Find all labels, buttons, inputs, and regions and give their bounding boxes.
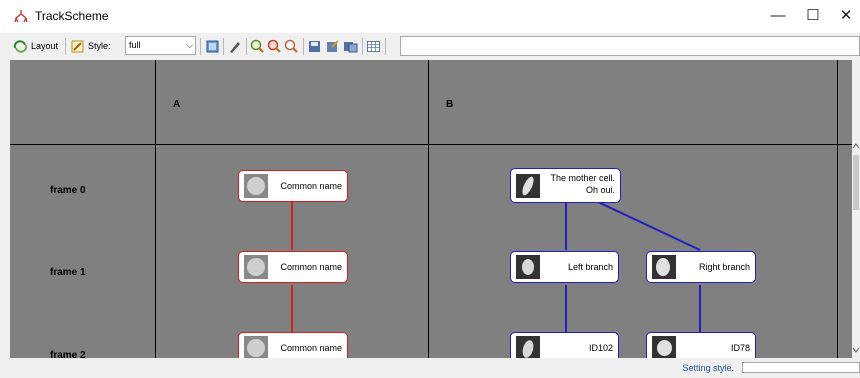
spot-thumbnail: [516, 174, 540, 198]
layout-button[interactable]: Layout: [31, 37, 58, 56]
chevron-down-icon[interactable]: [852, 346, 860, 354]
paint-icon[interactable]: [227, 39, 242, 54]
toolbar-separator: [303, 38, 304, 55]
style-icon[interactable]: [70, 39, 85, 54]
spot-thumbnail: [652, 336, 676, 358]
window-title: TrackScheme: [35, 9, 109, 23]
status-text: Setting style.: [682, 363, 734, 373]
spot-label: Common name: [280, 343, 342, 353]
table-icon[interactable]: [366, 39, 381, 54]
spot-node[interactable]: Common name: [238, 332, 348, 358]
capture-overview-icon[interactable]: [205, 39, 220, 54]
spot-node[interactable]: Left branch: [510, 251, 619, 283]
spot-node[interactable]: ID102: [510, 332, 619, 358]
maximize-button[interactable]: ☐: [800, 5, 826, 27]
spot-label: Left branch: [567, 262, 613, 272]
track-edges: [291, 201, 701, 332]
toolbar-separator: [362, 38, 363, 55]
trackscheme-window: TrackScheme — ☐ ✕ Layout Style: full ⌵ A…: [0, 0, 860, 378]
close-button[interactable]: ✕: [833, 5, 859, 27]
display-icon[interactable]: [343, 39, 358, 54]
spot-label: ID102: [588, 343, 613, 353]
zoom-out-icon[interactable]: [267, 39, 282, 54]
spot-thumbnail: [652, 255, 676, 279]
save-icon[interactable]: [307, 39, 322, 54]
track-edge: [597, 201, 701, 251]
vertical-scrollbar[interactable]: [852, 60, 860, 358]
scrollbar-thumb[interactable]: [853, 155, 859, 210]
spot-node[interactable]: Common name: [238, 170, 348, 202]
toolbar: Layout Style: full ⌵: [10, 33, 860, 60]
style-select-value: full: [129, 40, 141, 50]
spot-thumbnail: [516, 255, 540, 279]
spot-thumbnail: [244, 336, 268, 358]
spot-label: Right branch: [698, 262, 750, 272]
spot-node[interactable]: The mother cell. Oh oui.: [510, 168, 621, 203]
trackscheme-canvas[interactable]: A B frame 0 frame 1 frame 2 Common name …: [10, 60, 852, 358]
progress-bar: [742, 362, 860, 373]
toolbar-separator: [223, 38, 224, 55]
chevron-up-icon[interactable]: [852, 142, 860, 150]
spot-label: ID78: [730, 343, 750, 353]
trackscheme-app-icon: [14, 10, 28, 23]
toolbar-separator: [200, 38, 201, 55]
title-bar: TrackScheme — ☐ ✕: [0, 0, 860, 33]
chevron-down-icon: ⌵: [186, 40, 193, 50]
zoom-fit-icon[interactable]: [284, 39, 299, 54]
spot-thumbnail: [516, 336, 540, 358]
spot-node[interactable]: Right branch: [646, 251, 756, 283]
spot-label: The mother cell.: [550, 173, 615, 183]
layout-icon[interactable]: [13, 39, 28, 54]
toolbar-separator: [65, 38, 66, 55]
toolbar-separator: [385, 38, 386, 55]
spot-thumbnail: [244, 174, 268, 198]
search-input[interactable]: [400, 36, 860, 56]
export-icon[interactable]: [325, 39, 340, 54]
toolbar-separator: [246, 38, 247, 55]
style-select[interactable]: full ⌵: [125, 36, 196, 55]
spot-label: Common name: [280, 181, 342, 191]
spot-node[interactable]: Common name: [238, 251, 348, 283]
minimize-button[interactable]: —: [765, 5, 791, 27]
status-bar: Setting style.: [10, 358, 860, 378]
spot-label: Common name: [280, 262, 342, 272]
spot-node[interactable]: ID78: [646, 332, 756, 358]
zoom-in-icon[interactable]: [250, 39, 265, 54]
spot-thumbnail: [244, 255, 268, 279]
style-label: Style:: [88, 41, 111, 51]
spot-label: Oh oui.: [585, 185, 615, 195]
